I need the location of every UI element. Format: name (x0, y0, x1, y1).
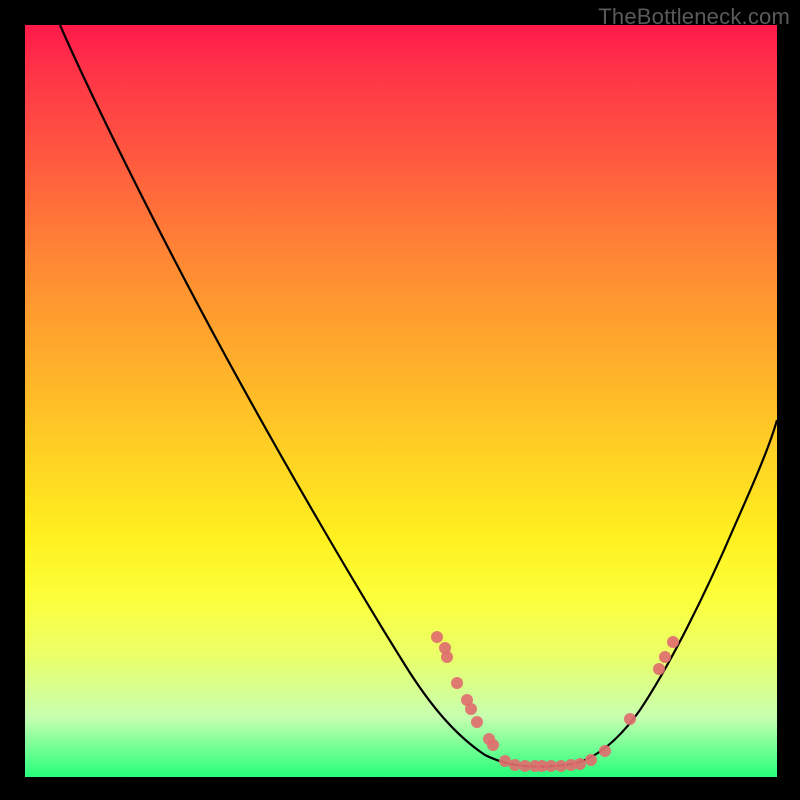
data-point (667, 636, 679, 648)
data-point (431, 631, 443, 643)
watermark-text: TheBottleneck.com (598, 4, 790, 30)
data-point (465, 703, 477, 715)
data-points (431, 631, 679, 772)
curve-left (60, 25, 565, 767)
data-point (574, 758, 586, 770)
data-point (471, 716, 483, 728)
data-point (441, 651, 453, 663)
data-point (624, 713, 636, 725)
data-point (599, 745, 611, 757)
chart-area (25, 25, 777, 777)
curve-right (565, 420, 777, 765)
data-point (653, 663, 665, 675)
data-point (487, 739, 499, 751)
data-point (659, 651, 671, 663)
chart-svg (25, 25, 777, 777)
data-point (585, 754, 597, 766)
data-point (451, 677, 463, 689)
